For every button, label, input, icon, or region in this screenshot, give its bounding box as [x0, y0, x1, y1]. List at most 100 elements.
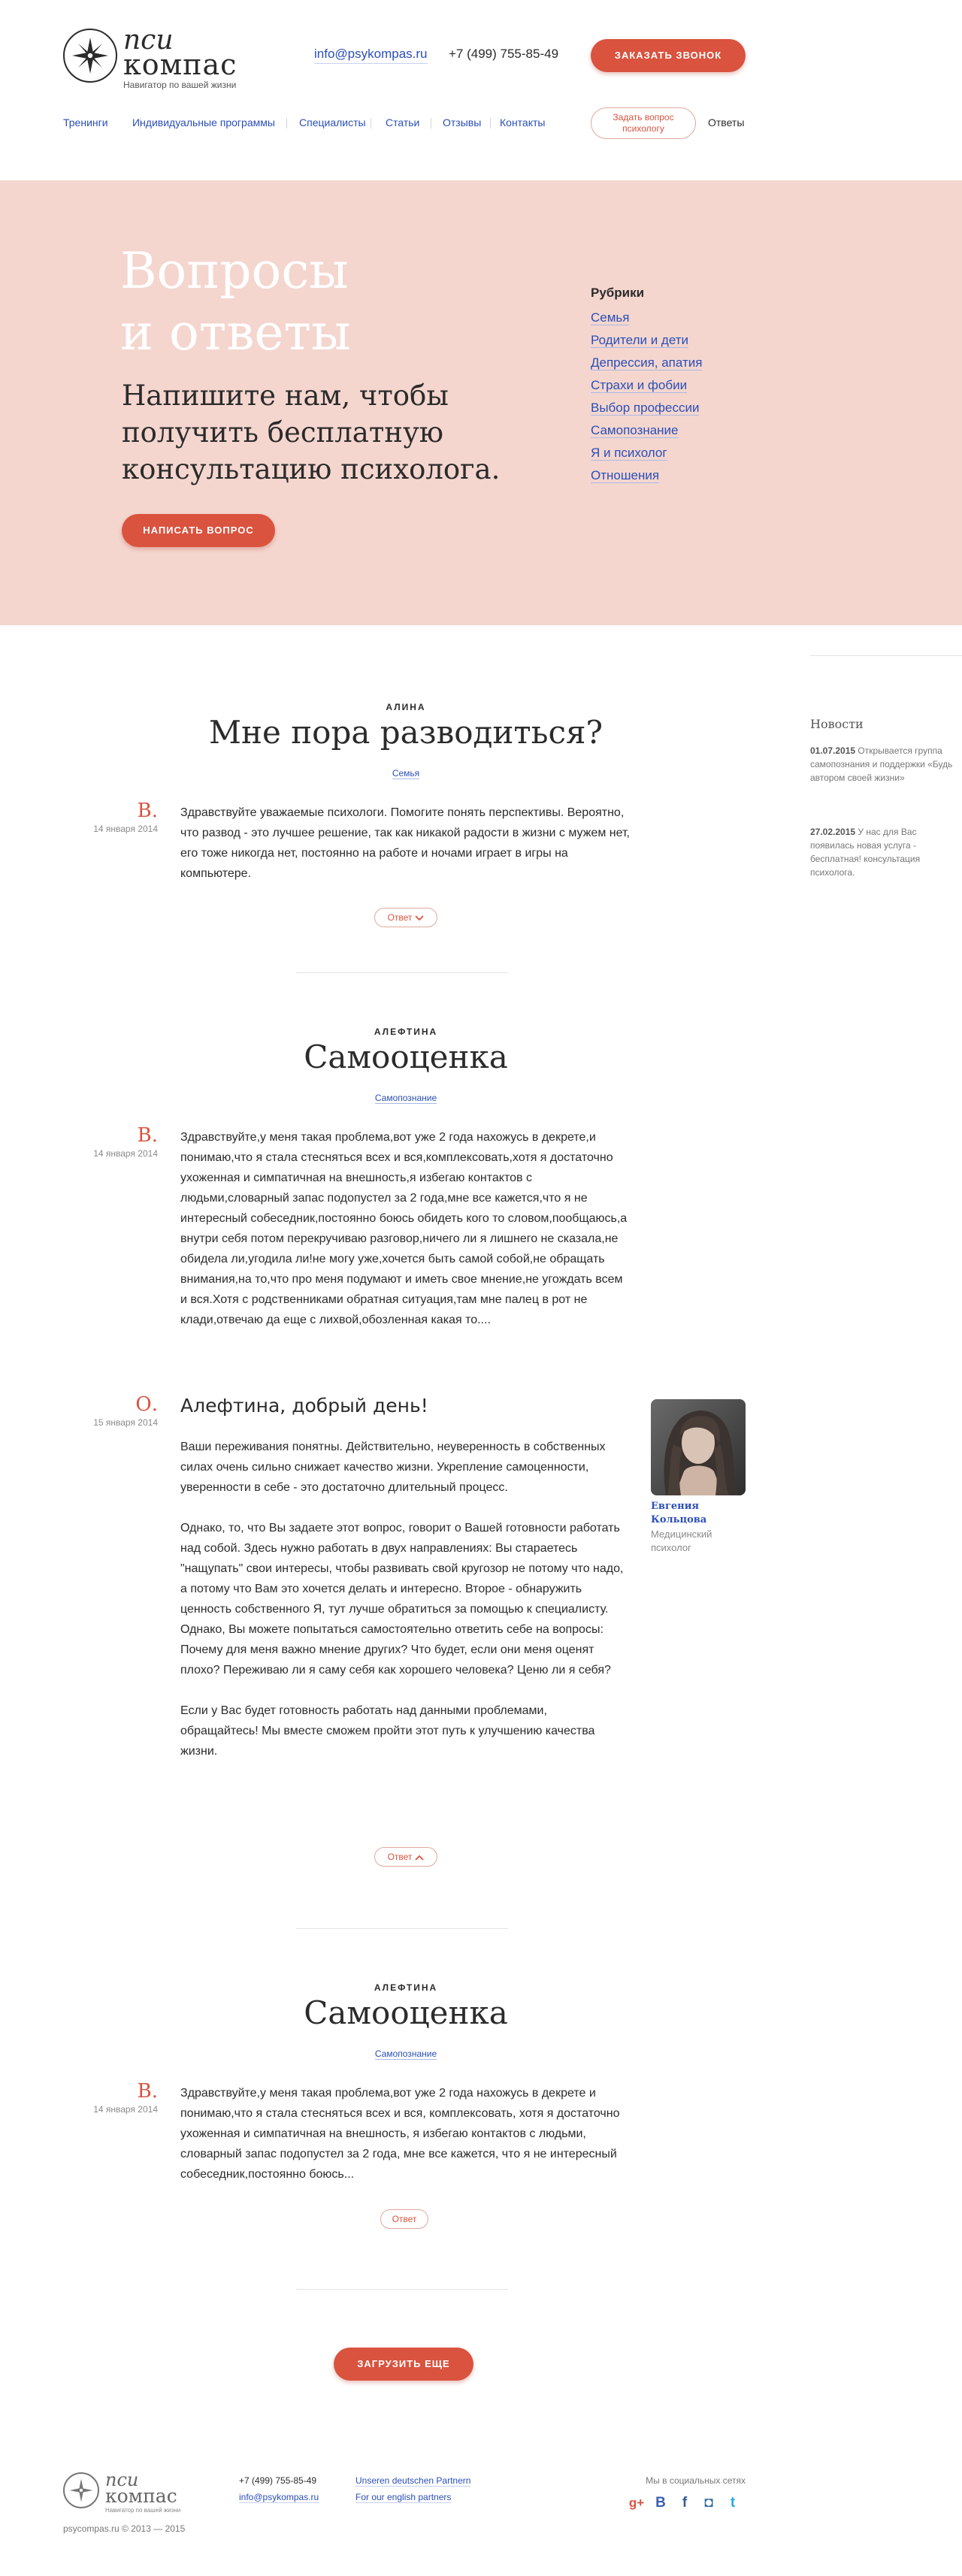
question-text: Здравствуйте,у меня такая проблема,вот у…	[180, 2087, 620, 2181]
news-divider	[810, 655, 962, 656]
rubric-label: Семья	[591, 310, 630, 325]
instagram-icon[interactable]: ◘	[699, 2493, 718, 2513]
news-title: Новости	[810, 717, 864, 731]
question-date: 14 января 2014	[93, 2104, 158, 2115]
answer-marker: О.	[135, 1393, 158, 1416]
question-text: Здравствуйте уважаемые психологи. Помоги…	[180, 806, 630, 880]
write-question-button[interactable]: НАПИСАТЬ ВОПРОС	[122, 514, 275, 547]
footer-german-partners-link[interactable]: Unseren deutschen Partnern	[355, 2475, 471, 2487]
vk-icon[interactable]: В	[651, 2493, 670, 2513]
nav-item-reviews[interactable]: Отзывы	[443, 116, 481, 128]
footer-email-link[interactable]: info@psykompas.ru	[239, 2492, 319, 2503]
load-more-button[interactable]: ЗАГРУЗИТЬ ЕЩЕ	[334, 2348, 473, 2381]
footer-phone: +7 (499) 755-85-49	[239, 2475, 317, 2486]
question-divider	[296, 2289, 508, 2290]
page-title: Вопросы и ответы	[120, 240, 350, 364]
rubric-link-parents-children[interactable]: Родители и дети	[591, 329, 702, 352]
news-item[interactable]: 01.07.2015 Открывается группа самопознан…	[810, 744, 953, 785]
google-plus-icon[interactable]: g+	[627, 2493, 646, 2513]
rubric-link-relationships[interactable]: Отношения	[591, 464, 702, 487]
category-label: Самопознание	[374, 2048, 437, 2060]
rubric-link-career[interactable]: Выбор профессии	[591, 397, 702, 419]
question-title[interactable]: Самооценка	[180, 1994, 631, 2031]
social-label: Мы в социальных сетях	[646, 2475, 746, 2486]
nav-item-trainings[interactable]: Тренинги	[63, 116, 108, 128]
answer-paragraph: Ваши переживания понятны. Действительно,…	[180, 1441, 606, 1494]
nav-item-answers-active: Ответы	[708, 116, 745, 128]
order-call-button[interactable]: ЗАКАЗАТЬ ЗВОНОК	[591, 39, 746, 72]
question-text: Здравствуйте,у меня такая проблема,вот у…	[180, 1131, 628, 1326]
rubrics-title: Рубрики	[591, 286, 645, 300]
facebook-icon[interactable]: f	[675, 2493, 694, 2513]
news-date: 01.07.2015	[810, 745, 856, 756]
rubric-label: Страхи и фобии	[591, 378, 688, 393]
news-date: 27.02.2015	[810, 827, 856, 837]
question-date: 14 января 2014	[93, 1148, 158, 1159]
nav-separator	[286, 118, 287, 128]
psychologist-avatar[interactable]	[651, 1399, 746, 1495]
nav-item-contacts[interactable]: Контакты	[500, 116, 545, 128]
rubric-link-self-knowledge[interactable]: Самопознание	[591, 419, 702, 442]
hide-answer-button[interactable]: Ответ	[374, 1847, 437, 1867]
question-date: 14 января 2014	[93, 824, 158, 834]
question-marker: В.	[137, 1124, 158, 1147]
answer-paragraph: Однако, то, что Вы задаете этот вопрос, …	[180, 1522, 624, 1677]
question-category-link[interactable]: Самопознание	[331, 2048, 481, 2060]
hero-subtitle: Напишите нам, чтобы получить бесплатную …	[122, 379, 501, 485]
question-author: АЛЕФТИНА	[374, 1026, 438, 1037]
site-header: пси компас Навигатор по вашей жизни info…	[0, 0, 962, 180]
question-author: АЛЕФТИНА	[374, 1982, 438, 1993]
show-answer-button[interactable]: Ответ	[380, 2209, 428, 2229]
rubric-label: Родители и дети	[591, 333, 689, 348]
psychologist-name-link[interactable]: Евгения Кольцова	[651, 1500, 749, 1527]
header-phone: +7 (499) 755-85-49	[449, 47, 559, 61]
hero-section: Вопросы и ответы Напишите нам, чтобы пол…	[0, 180, 962, 625]
question-divider	[296, 1928, 508, 1929]
rubrics-list: Рубрики Семья Родители и дети Депрессия,…	[591, 286, 703, 487]
rubric-label: Выбор профессии	[591, 401, 700, 416]
question-author: АЛИНА	[386, 702, 426, 712]
rubric-link-fears[interactable]: Страхи и фобии	[591, 374, 702, 397]
psychologist-role: Медицинский психолог	[651, 1528, 712, 1553]
nav-item-articles[interactable]: Статьи	[386, 116, 419, 128]
header-email-link[interactable]: info@psykompas.ru	[314, 47, 428, 64]
answer-text: Ваши переживания понятны. Действительно,…	[180, 1437, 624, 1782]
footer-logo[interactable]: пси компас Навигатор по вашей жизни	[63, 2469, 191, 2514]
answer-button-label: Ответ	[392, 2214, 417, 2224]
rubric-label: Самопознание	[591, 423, 679, 438]
logo-word-kompas: компас	[123, 48, 237, 81]
answer-title: Алефтина, добрый день!	[180, 1395, 428, 1416]
answer-paragraph: Если у Вас будет готовность работать над…	[180, 1704, 595, 1758]
question-category-link[interactable]: Самопознание	[331, 1093, 481, 1104]
question-category-link[interactable]: Семья	[331, 768, 481, 779]
answer-button-label: Ответ	[387, 912, 413, 923]
footer-english-partners-link[interactable]: For our english partners	[355, 2492, 452, 2503]
footer-copyright: psycompas.ru © 2013 — 2015	[63, 2523, 186, 2534]
social-links: g+ В f ◘ t	[627, 2493, 747, 2513]
logo-tagline: Навигатор по вашей жизни	[123, 80, 237, 90]
compass-icon	[63, 2472, 99, 2508]
question-divider	[296, 972, 508, 973]
question-marker: В.	[137, 2080, 158, 2103]
question-title[interactable]: Мне пора разводиться?	[180, 714, 631, 751]
news-item[interactable]: 27.02.2015 У нас для Вас появилась новая…	[810, 825, 953, 879]
footer-logo-tagline: Навигатор по вашей жизни	[105, 2507, 181, 2514]
rubric-link-depression[interactable]: Депрессия, апатия	[591, 352, 703, 374]
rubric-label: Депрессия, апатия	[591, 355, 703, 370]
category-label: Семья	[392, 768, 420, 779]
rubric-link-family[interactable]: Семья	[591, 307, 702, 329]
chevron-up-icon	[415, 1855, 425, 1861]
page-title-line2: и ответы	[120, 304, 351, 361]
question-marker: В.	[137, 800, 158, 822]
question-title[interactable]: Самооценка	[180, 1039, 631, 1075]
nav-item-individual-programs[interactable]: Индивидуальные программы	[132, 116, 275, 128]
category-label: Самопознание	[374, 1093, 437, 1104]
answer-date: 15 января 2014	[93, 1417, 158, 1428]
rubric-link-me-and-psychologist[interactable]: Я и психолог	[591, 442, 702, 464]
nav-separator	[490, 118, 491, 128]
show-answer-button[interactable]: Ответ	[374, 908, 437, 927]
nav-item-specialists[interactable]: Специалисты	[299, 116, 366, 128]
twitter-icon[interactable]: t	[723, 2493, 743, 2513]
ask-psychologist-button[interactable]: Задать вопрос психологу	[591, 107, 696, 139]
site-logo[interactable]: пси компас Навигатор по вашей жизни	[63, 26, 244, 90]
